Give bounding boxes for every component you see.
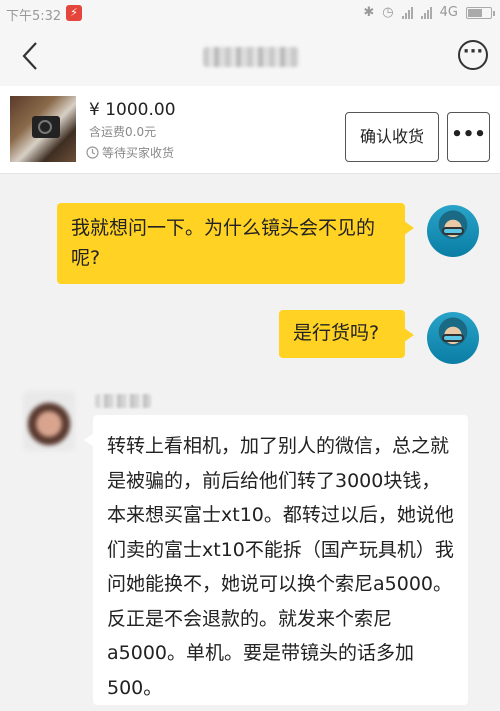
contact-name-blurred <box>95 394 151 408</box>
my-avatar[interactable] <box>427 205 479 257</box>
product-price: ¥ 1000.00 <box>89 100 176 120</box>
network-type: 4G <box>439 5 458 20</box>
signal-2-icon <box>420 6 432 19</box>
chat-header: ··· <box>0 26 500 86</box>
back-button[interactable] <box>16 40 48 72</box>
message-bubble[interactable]: 我就想问一下。为什么镜头会不见的呢? <box>57 203 414 284</box>
message-bubble[interactable]: 转转上看相机，加了别人的微信，总之就是被骗的，前后给他们转了3000块钱，本来想… <box>84 415 468 705</box>
status-bar: 下午5:32 ⚡ ✱ ◷ 4G <box>0 0 500 26</box>
status-time: 下午5:32 <box>6 9 62 24</box>
contact-name-blurred <box>203 47 299 67</box>
battery-icon <box>466 6 495 19</box>
my-avatar[interactable] <box>427 312 479 364</box>
contact-avatar[interactable] <box>23 391 75 451</box>
goggles-image <box>442 334 464 342</box>
shipping-fee: 含运费0.0元 <box>89 125 157 139</box>
goggles-image <box>442 227 464 235</box>
more-horizontal-icon: ··· <box>462 41 484 62</box>
signal-icon <box>401 6 413 19</box>
product-thumbnail[interactable] <box>10 96 76 162</box>
message-bubble[interactable]: 是行货吗? <box>279 310 414 358</box>
status-icons: ✱ ◷ 4G <box>363 5 495 20</box>
app-notification-icon: ⚡ <box>66 5 82 21</box>
clock-icon <box>86 146 99 159</box>
alarm-icon: ◷ <box>382 5 394 20</box>
product-more-button[interactable]: ••• <box>447 112 490 162</box>
order-status-label: 等待买家收货 <box>102 146 175 160</box>
confirm-receipt-button[interactable]: 确认收货 <box>345 112 439 162</box>
bluetooth-icon: ✱ <box>363 5 375 20</box>
order-status: 等待买家收货 <box>86 144 174 161</box>
more-options-button[interactable]: ··· <box>458 40 488 70</box>
chevron-left-icon <box>22 42 37 70</box>
